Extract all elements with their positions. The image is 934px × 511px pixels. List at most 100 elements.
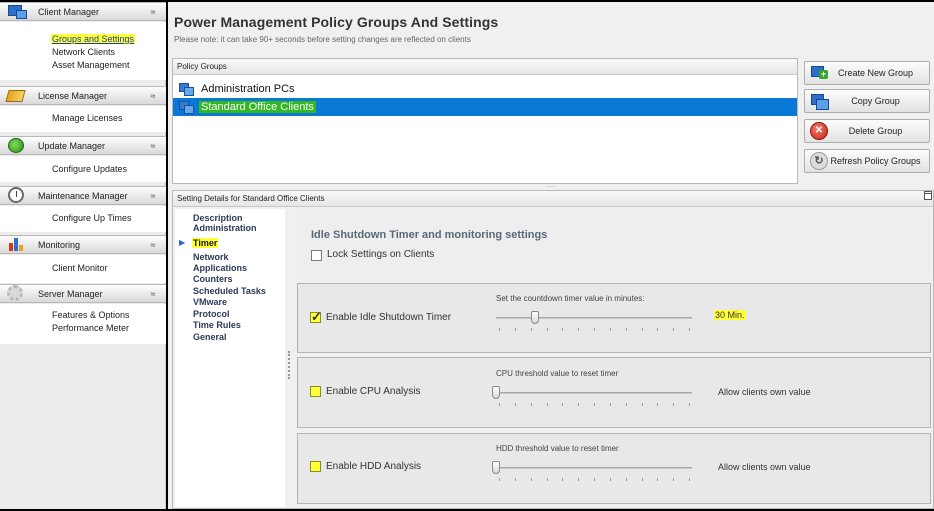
slider-tick: [578, 478, 580, 481]
cpu-analysis-group: Enable CPU Analysis CPU threshold value …: [297, 357, 931, 428]
slider-tick: [578, 403, 580, 406]
sidebar-item-configure-updates[interactable]: Configure Updates: [52, 164, 127, 174]
slider-tick: [530, 328, 532, 331]
sidebar-section-body: Configure Up Times: [0, 206, 166, 232]
collapse-icon[interactable]: ≈: [146, 7, 160, 17]
policy-group-label: Administration PCs: [201, 83, 295, 95]
sidebar-section-maintenance-manager[interactable]: Maintenance Manager ≈: [0, 186, 166, 205]
setting-details-panel: Setting Details for Standard Office Clie…: [172, 190, 934, 509]
sidebar-section-update-manager[interactable]: Update Manager ≈: [0, 136, 166, 155]
slider-tick: [546, 328, 548, 331]
sidebar-section-title: Update Manager: [38, 140, 106, 151]
slider-tick: [499, 403, 500, 406]
nav-item-time-rules[interactable]: Time Rules: [193, 320, 241, 330]
copy-group-button[interactable]: Copy Group: [804, 89, 930, 113]
slider-tick: [657, 478, 659, 481]
slider-tick: [689, 328, 690, 331]
hdd-analysis-checkbox[interactable]: [310, 461, 321, 472]
idle-timer-value: 30 Min.: [714, 310, 746, 320]
nav-item-vmware[interactable]: VMware: [193, 297, 227, 307]
hdd-threshold-slider[interactable]: [496, 467, 692, 469]
slider-tick: [594, 328, 595, 331]
slider-tick: [641, 328, 643, 331]
policy-group-row-selected[interactable]: Standard Office Clients: [173, 98, 797, 116]
sidebar-section-license-manager[interactable]: License Manager ≈: [0, 86, 166, 105]
nav-item-applications[interactable]: Applications: [193, 263, 247, 273]
slider-tick: [594, 403, 595, 406]
slider-tick: [673, 478, 675, 481]
idle-timer-slider[interactable]: [496, 317, 692, 319]
sidebar-item-features-options[interactable]: Features & Options: [52, 310, 130, 320]
slider-tick: [609, 328, 611, 331]
slider-tick: [657, 328, 659, 331]
sidebar-section-title: Maintenance Manager: [38, 190, 128, 201]
sidebar-section-server-manager[interactable]: Server Manager ≈: [0, 284, 166, 303]
create-group-button[interactable]: Create New Group: [804, 61, 930, 85]
collapse-icon[interactable]: ≈: [146, 141, 160, 151]
gear-icon: [6, 285, 26, 302]
nav-item-description[interactable]: Description: [193, 213, 243, 223]
hdd-threshold-value: Allow clients own value: [718, 462, 811, 472]
sidebar-item-performance-meter[interactable]: Performance Meter: [52, 323, 129, 333]
nav-selected-arrow-icon: ▶: [179, 238, 186, 247]
sidebar-item-groups-and-settings[interactable]: Groups and Settings: [51, 34, 136, 44]
delete-group-button[interactable]: Delete Group: [804, 119, 930, 143]
slider-tick: [594, 478, 595, 481]
vertical-splitter[interactable]: [287, 209, 291, 507]
nav-item-general[interactable]: General: [193, 332, 227, 342]
nav-item-administration[interactable]: Administration: [193, 223, 257, 233]
policy-group-row[interactable]: Administration PCs: [173, 80, 797, 98]
button-label: Copy Group: [851, 96, 900, 106]
nav-item-scheduled-tasks[interactable]: Scheduled Tasks: [193, 286, 266, 296]
sidebar-item-configure-up-times[interactable]: Configure Up Times: [52, 213, 132, 223]
nav-item-counters[interactable]: Counters: [193, 274, 233, 284]
delete-icon: [810, 122, 828, 140]
sidebar-item-network-clients[interactable]: Network Clients: [52, 47, 115, 57]
slider-tick: [673, 403, 675, 406]
slider-tick: [499, 478, 500, 481]
sidebar-item-asset-management[interactable]: Asset Management: [52, 60, 130, 70]
sidebar-section-monitoring[interactable]: Monitoring ≈: [0, 235, 166, 254]
restore-icon[interactable]: [924, 191, 932, 201]
sidebar-item-client-monitor[interactable]: Client Monitor: [52, 263, 108, 273]
update-icon: [6, 137, 26, 154]
hdd-slider-thumb[interactable]: [492, 461, 500, 474]
refresh-groups-button[interactable]: Refresh Policy Groups: [804, 149, 930, 173]
nav-item-protocol[interactable]: Protocol: [193, 309, 230, 319]
button-label: Refresh Policy Groups: [830, 156, 921, 166]
button-label: Delete Group: [848, 126, 903, 136]
page-note: Please note: it can take 90+ seconds bef…: [174, 35, 471, 44]
nav-item-timer[interactable]: Timer: [192, 238, 219, 248]
add-group-icon: [810, 64, 828, 82]
idle-timer-group: Enable Idle Shutdown Timer Set the count…: [297, 283, 931, 353]
cpu-slider-thumb[interactable]: [492, 386, 500, 399]
collapse-icon[interactable]: ≈: [146, 240, 160, 250]
sidebar-section-body: Features & Options Performance Meter: [0, 304, 166, 344]
cpu-analysis-checkbox[interactable]: [310, 386, 321, 397]
cpu-slider-caption: CPU threshold value to reset timer: [496, 369, 619, 378]
sidebar-section-body: Manage Licenses: [0, 106, 166, 132]
slider-tick: [514, 328, 516, 331]
idle-timer-checkbox[interactable]: [310, 309, 322, 325]
slider-tick: [641, 478, 643, 481]
sidebar-item-manage-licenses[interactable]: Manage Licenses: [52, 113, 123, 123]
slider-tick: [689, 478, 690, 481]
slider-tick: [514, 478, 516, 481]
slider-tick: [625, 478, 627, 481]
sidebar-section-body: Configure Updates: [0, 156, 166, 182]
lock-settings-checkbox[interactable]: [311, 250, 322, 261]
idle-slider-caption: Set the countdown timer value in minutes…: [496, 294, 645, 303]
page-title: Power Management Policy Groups And Setti…: [174, 14, 499, 30]
slider-tick: [562, 328, 564, 331]
slider-tick: [625, 403, 627, 406]
cpu-threshold-slider[interactable]: [496, 392, 692, 394]
collapse-icon[interactable]: ≈: [146, 91, 160, 101]
slider-tick: [578, 328, 580, 331]
sidebar-section-client-manager[interactable]: Client Manager ≈: [0, 2, 166, 21]
timer-section-header: Idle Shutdown Timer and monitoring setti…: [297, 209, 931, 279]
refresh-icon: [810, 152, 828, 170]
collapse-icon[interactable]: ≈: [146, 289, 160, 299]
collapse-icon[interactable]: ≈: [146, 191, 160, 201]
nav-item-network[interactable]: Network: [193, 252, 229, 262]
idle-slider-thumb[interactable]: [531, 311, 540, 324]
